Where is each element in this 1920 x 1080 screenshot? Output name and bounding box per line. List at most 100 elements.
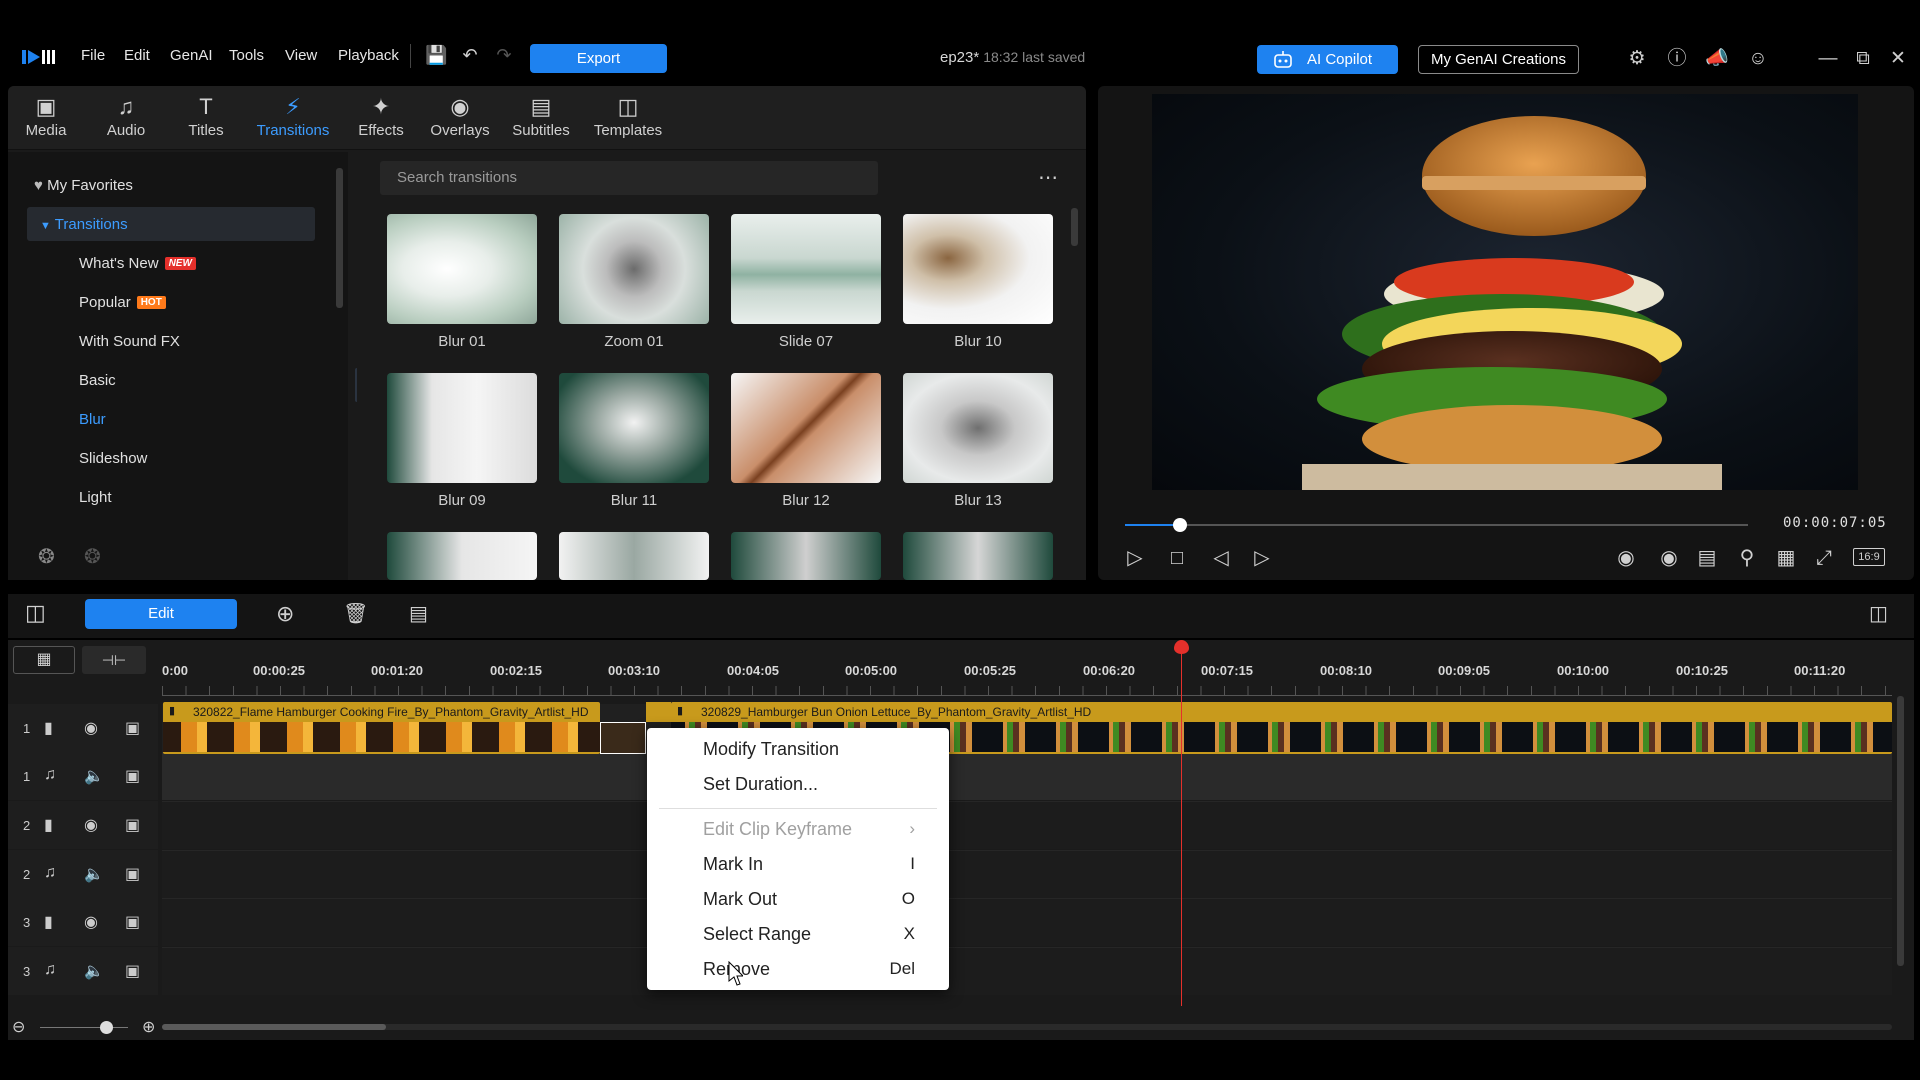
playhead-handle[interactable]: [1174, 640, 1189, 654]
speaker-icon[interactable]: 🔈: [84, 961, 104, 981]
menu-item-mark-out[interactable]: Mark Out: [703, 889, 777, 910]
tree-scrollbar[interactable]: [336, 168, 343, 308]
tree-item-slideshow[interactable]: Slideshow: [79, 450, 147, 467]
thumbnail-slide-07[interactable]: [731, 214, 881, 324]
next-frame-icon[interactable]: ▷: [1248, 544, 1276, 572]
thumbnail-blur-09[interactable]: [387, 373, 537, 483]
tree-item-blur[interactable]: Blur: [79, 411, 106, 428]
lock-icon[interactable]: ▣: [125, 718, 140, 738]
snapshot-camera-icon[interactable]: ◉: [1612, 544, 1640, 572]
seek-handle[interactable]: [1173, 518, 1187, 532]
thumbnail-blur-01[interactable]: [387, 214, 537, 324]
fit-timeline-button[interactable]: ⊣⊢: [82, 646, 146, 674]
eye-icon[interactable]: ◉: [84, 718, 98, 738]
track-row-audio-3[interactable]: [162, 947, 1892, 995]
tree-item-whats-new[interactable]: What's New NEW: [79, 255, 196, 272]
speaker-icon[interactable]: 🔈: [84, 864, 104, 884]
transition-marker[interactable]: [600, 722, 646, 754]
tab-audio[interactable]: ♫ Audio: [86, 92, 166, 139]
tab-media[interactable]: ▣ Media: [6, 92, 86, 139]
menu-tools[interactable]: Tools: [229, 47, 264, 64]
timeline-vertical-scrollbar[interactable]: [1897, 696, 1904, 966]
announcement-icon[interactable]: 📣: [1704, 46, 1730, 72]
aspect-ratio-button[interactable]: 16:9: [1853, 548, 1885, 566]
save-icon[interactable]: 💾: [425, 44, 447, 66]
lock-icon[interactable]: ▣: [125, 912, 140, 932]
tree-item-popular[interactable]: Popular HOT: [79, 294, 166, 311]
timeline-view-icon[interactable]: ◫: [25, 600, 46, 626]
menu-file[interactable]: File: [81, 47, 105, 64]
settings-gear-icon[interactable]: ⚙: [1624, 46, 1650, 72]
thumbnail-partial[interactable]: [387, 532, 537, 580]
thumbnail-blur-11[interactable]: [559, 373, 709, 483]
tree-item-basic[interactable]: Basic: [79, 372, 116, 389]
track-manager-button[interactable]: ▦: [13, 646, 75, 674]
menu-item-modify-transition[interactable]: Modify Transition: [703, 739, 839, 760]
restore-icon[interactable]: ⧉: [1850, 46, 1876, 72]
track-row-video-3[interactable]: [162, 898, 1892, 946]
zoom-slider-track[interactable]: [40, 1027, 128, 1028]
delete-trash-icon[interactable]: 🗑: [343, 601, 368, 626]
lock-icon[interactable]: ▣: [125, 766, 140, 786]
tree-my-favorites[interactable]: ♥ My Favorites: [34, 177, 133, 194]
lock-icon[interactable]: ▣: [125, 815, 140, 835]
video-clip-flame-hamburger[interactable]: ▮ 320822_Flame Hamburger Cooking Fire_By…: [163, 702, 600, 754]
thumbnail-partial[interactable]: [903, 532, 1053, 580]
play-icon[interactable]: ▷: [1121, 544, 1149, 572]
lock-icon[interactable]: ▣: [125, 864, 140, 884]
tools-dropdown-icon[interactable]: ⊕: [276, 601, 294, 627]
eye-icon[interactable]: ◉: [84, 815, 98, 835]
playback-mode-icon[interactable]: ◉: [1655, 544, 1683, 572]
more-options-icon[interactable]: ⋯: [1038, 165, 1058, 190]
safe-zone-icon[interactable]: ▦: [1772, 544, 1800, 572]
menu-view[interactable]: View: [285, 47, 317, 64]
tree-item-with-sound-fx[interactable]: With Sound FX: [79, 333, 180, 350]
zoom-out-icon[interactable]: ⊖: [12, 1017, 25, 1037]
ai-copilot-button[interactable]: AI Copilot: [1257, 45, 1398, 74]
search-transitions-input[interactable]: Search transitions: [380, 161, 878, 195]
menu-item-select-range[interactable]: Select Range: [703, 924, 811, 945]
track-row-audio-2[interactable]: [162, 850, 1892, 898]
menu-genai[interactable]: GenAI: [170, 47, 213, 64]
tab-transitions[interactable]: ⚡ Transitions: [253, 92, 333, 139]
tree-transitions[interactable]: ▼ Transitions: [40, 216, 128, 233]
menu-edit[interactable]: Edit: [124, 47, 150, 64]
chapter-markers-icon[interactable]: ▤: [409, 601, 428, 626]
lock-icon[interactable]: ▣: [125, 961, 140, 981]
thumbnail-blur-12[interactable]: [731, 373, 881, 483]
zoom-slider-handle[interactable]: [100, 1021, 113, 1034]
tab-titles[interactable]: T Titles: [166, 92, 246, 139]
previous-frame-icon[interactable]: ◁: [1207, 544, 1235, 572]
thumbnail-zoom-01[interactable]: [559, 214, 709, 324]
thumbnail-blur-13[interactable]: [903, 373, 1053, 483]
speaker-icon[interactable]: 🔈: [84, 766, 104, 786]
grid-scrollbar[interactable]: [1071, 208, 1078, 246]
mixing-room-icon[interactable]: ◫: [1869, 601, 1888, 626]
track-row-audio-1[interactable]: [162, 752, 1892, 800]
menu-playback[interactable]: Playback: [338, 47, 399, 64]
tab-overlays[interactable]: ◉ Overlays: [420, 92, 500, 139]
tab-templates[interactable]: ◫ Templates: [588, 92, 668, 139]
subtitle-preview-icon[interactable]: ▤: [1693, 544, 1721, 572]
tab-subtitles[interactable]: ▤ Subtitles: [501, 92, 581, 139]
timeline-ruler[interactable]: [162, 686, 1892, 696]
stop-icon[interactable]: □: [1163, 544, 1191, 572]
zoom-in-icon[interactable]: ⊕: [142, 1017, 155, 1037]
eye-icon[interactable]: ◉: [84, 912, 98, 932]
thumbnail-blur-10[interactable]: [903, 214, 1053, 324]
timeline-horizontal-scrollbar[interactable]: [162, 1024, 386, 1030]
tab-effects[interactable]: ✦ Effects: [341, 92, 421, 139]
thumbnail-partial[interactable]: [731, 532, 881, 580]
zoom-preview-icon[interactable]: ⚲: [1733, 544, 1761, 572]
track-row-video-2[interactable]: [162, 801, 1892, 849]
minimize-icon[interactable]: —: [1815, 46, 1841, 72]
thumbnail-partial[interactable]: [559, 532, 709, 580]
fullscreen-icon[interactable]: ⤢: [1810, 544, 1838, 572]
my-genai-creations-button[interactable]: My GenAI Creations: [1418, 45, 1579, 74]
menu-item-mark-in[interactable]: Mark In: [703, 854, 763, 875]
tree-item-light[interactable]: Light: [79, 489, 112, 506]
seek-bar[interactable]: [1125, 524, 1748, 526]
account-icon[interactable]: ☺: [1745, 46, 1771, 72]
help-icon[interactable]: ⓘ: [1664, 46, 1690, 72]
export-button[interactable]: Export: [530, 44, 667, 73]
